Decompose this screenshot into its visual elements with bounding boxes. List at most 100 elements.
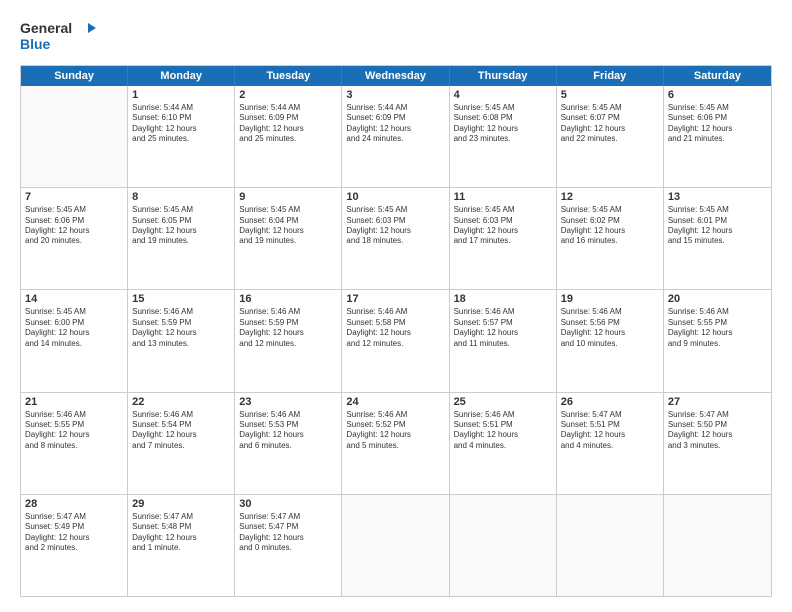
cal-cell: 17 Sunrise: 5:46 AM Sunset: 5:58 PM Dayli… [342, 290, 449, 391]
cal-cell: 29 Sunrise: 5:47 AM Sunset: 5:48 PM Dayli… [128, 495, 235, 596]
cell-content: Sunrise: 5:46 AM Sunset: 5:57 PM Dayligh… [454, 307, 552, 349]
cell-content: Sunrise: 5:47 AM Sunset: 5:48 PM Dayligh… [132, 512, 230, 554]
cell-content: Sunrise: 5:46 AM Sunset: 5:58 PM Dayligh… [346, 307, 444, 349]
day-number: 26 [561, 396, 659, 408]
day-header-tuesday: Tuesday [235, 66, 342, 86]
day-number: 2 [239, 89, 337, 101]
cal-cell: 22Sunrise: 5:46 AM Sunset: 5:54 PM Dayli… [128, 393, 235, 494]
calendar-body: 1 Sunrise: 5:44 AM Sunset: 6:10 PM Daylig… [21, 86, 771, 596]
cell-content: Sunrise: 5:46 AM Sunset: 5:55 PM Dayligh… [668, 307, 767, 349]
cal-cell: 14Sunrise: 5:45 AM Sunset: 6:00 PM Dayli… [21, 290, 128, 391]
cal-cell: 25Sunrise: 5:46 AM Sunset: 5:51 PM Dayli… [450, 393, 557, 494]
cal-cell: 28 Sunrise: 5:47 AM Sunset: 5:49 PM Dayli… [21, 495, 128, 596]
cell-content: Sunrise: 5:46 AM Sunset: 5:53 PM Dayligh… [239, 410, 337, 452]
logo: General Blue [20, 15, 100, 55]
cell-content: Sunrise: 5:46 AM Sunset: 5:59 PM Dayligh… [132, 307, 230, 349]
cell-content: Sunrise: 5:46 AM Sunset: 5:54 PM Dayligh… [132, 410, 230, 452]
day-number: 15 [132, 293, 230, 305]
cell-content: Sunrise: 5:47 AM Sunset: 5:51 PM Dayligh… [561, 410, 659, 452]
cal-cell: 6Sunrise: 5:45 AM Sunset: 6:06 PM Daylig… [664, 86, 771, 187]
day-number: 24 [346, 396, 444, 408]
cell-content: Sunrise: 5:44 AM Sunset: 6:09 PM Dayligh… [346, 103, 444, 145]
week-row-2: 7 Sunrise: 5:45 AM Sunset: 6:06 PM Daylig… [21, 187, 771, 289]
cal-cell: 12 Sunrise: 5:45 AM Sunset: 6:02 PM Dayli… [557, 188, 664, 289]
day-number: 12 [561, 191, 659, 203]
day-header-wednesday: Wednesday [342, 66, 449, 86]
cal-cell: 30 Sunrise: 5:47 AM Sunset: 5:47 PM Dayli… [235, 495, 342, 596]
day-number: 4 [454, 89, 552, 101]
day-number: 6 [668, 89, 767, 101]
cal-cell: 7 Sunrise: 5:45 AM Sunset: 6:06 PM Daylig… [21, 188, 128, 289]
cell-content: Sunrise: 5:45 AM Sunset: 6:06 PM Dayligh… [25, 205, 123, 247]
cal-cell: 8Sunrise: 5:45 AM Sunset: 6:05 PM Daylig… [128, 188, 235, 289]
cal-cell: 19 Sunrise: 5:46 AM Sunset: 5:56 PM Dayli… [557, 290, 664, 391]
cal-cell: 5 Sunrise: 5:45 AM Sunset: 6:07 PM Daylig… [557, 86, 664, 187]
cal-cell: 1 Sunrise: 5:44 AM Sunset: 6:10 PM Daylig… [128, 86, 235, 187]
week-row-1: 1 Sunrise: 5:44 AM Sunset: 6:10 PM Daylig… [21, 86, 771, 187]
svg-text:Blue: Blue [20, 36, 51, 52]
cell-content: Sunrise: 5:45 AM Sunset: 6:02 PM Dayligh… [561, 205, 659, 247]
day-header-friday: Friday [557, 66, 664, 86]
day-number: 13 [668, 191, 767, 203]
logo-svg: General Blue [20, 15, 100, 55]
day-number: 8 [132, 191, 230, 203]
calendar-header: SundayMondayTuesdayWednesdayThursdayFrid… [21, 66, 771, 86]
cell-content: Sunrise: 5:45 AM Sunset: 6:03 PM Dayligh… [346, 205, 444, 247]
cell-content: Sunrise: 5:45 AM Sunset: 6:07 PM Dayligh… [561, 103, 659, 145]
day-number: 29 [132, 498, 230, 510]
cal-cell: 9 Sunrise: 5:45 AM Sunset: 6:04 PM Daylig… [235, 188, 342, 289]
cal-cell: 13Sunrise: 5:45 AM Sunset: 6:01 PM Dayli… [664, 188, 771, 289]
cal-cell: 23 Sunrise: 5:46 AM Sunset: 5:53 PM Dayli… [235, 393, 342, 494]
cell-content: Sunrise: 5:44 AM Sunset: 6:10 PM Dayligh… [132, 103, 230, 145]
cal-cell: 24Sunrise: 5:46 AM Sunset: 5:52 PM Dayli… [342, 393, 449, 494]
cell-content: Sunrise: 5:47 AM Sunset: 5:50 PM Dayligh… [668, 410, 767, 452]
cal-cell: 2 Sunrise: 5:44 AM Sunset: 6:09 PM Daylig… [235, 86, 342, 187]
cal-cell [664, 495, 771, 596]
cell-content: Sunrise: 5:45 AM Sunset: 6:03 PM Dayligh… [454, 205, 552, 247]
cal-cell: 15 Sunrise: 5:46 AM Sunset: 5:59 PM Dayli… [128, 290, 235, 391]
day-number: 3 [346, 89, 444, 101]
cal-cell [557, 495, 664, 596]
day-header-thursday: Thursday [450, 66, 557, 86]
day-number: 23 [239, 396, 337, 408]
week-row-4: 21Sunrise: 5:46 AM Sunset: 5:55 PM Dayli… [21, 392, 771, 494]
cal-cell: 27 Sunrise: 5:47 AM Sunset: 5:50 PM Dayli… [664, 393, 771, 494]
day-number: 11 [454, 191, 552, 203]
cell-content: Sunrise: 5:47 AM Sunset: 5:47 PM Dayligh… [239, 512, 337, 554]
cal-cell: 21Sunrise: 5:46 AM Sunset: 5:55 PM Dayli… [21, 393, 128, 494]
day-number: 10 [346, 191, 444, 203]
cell-content: Sunrise: 5:45 AM Sunset: 6:00 PM Dayligh… [25, 307, 123, 349]
day-number: 21 [25, 396, 123, 408]
cell-content: Sunrise: 5:45 AM Sunset: 6:08 PM Dayligh… [454, 103, 552, 145]
cell-content: Sunrise: 5:47 AM Sunset: 5:49 PM Dayligh… [25, 512, 123, 554]
page: General Blue SundayMondayTuesdayWednesda… [0, 0, 792, 612]
day-header-monday: Monday [128, 66, 235, 86]
cal-cell: 3 Sunrise: 5:44 AM Sunset: 6:09 PM Daylig… [342, 86, 449, 187]
day-number: 7 [25, 191, 123, 203]
cell-content: Sunrise: 5:45 AM Sunset: 6:04 PM Dayligh… [239, 205, 337, 247]
cal-cell [342, 495, 449, 596]
day-number: 17 [346, 293, 444, 305]
week-row-5: 28 Sunrise: 5:47 AM Sunset: 5:49 PM Dayli… [21, 494, 771, 596]
cell-content: Sunrise: 5:46 AM Sunset: 5:56 PM Dayligh… [561, 307, 659, 349]
calendar: SundayMondayTuesdayWednesdayThursdayFrid… [20, 65, 772, 597]
day-number: 19 [561, 293, 659, 305]
cell-content: Sunrise: 5:44 AM Sunset: 6:09 PM Dayligh… [239, 103, 337, 145]
day-number: 16 [239, 293, 337, 305]
cal-cell: 20Sunrise: 5:46 AM Sunset: 5:55 PM Dayli… [664, 290, 771, 391]
day-number: 18 [454, 293, 552, 305]
day-number: 30 [239, 498, 337, 510]
cal-cell: 10 Sunrise: 5:45 AM Sunset: 6:03 PM Dayli… [342, 188, 449, 289]
day-header-sunday: Sunday [21, 66, 128, 86]
day-number: 25 [454, 396, 552, 408]
day-number: 27 [668, 396, 767, 408]
day-number: 9 [239, 191, 337, 203]
cal-cell [21, 86, 128, 187]
cal-cell: 4 Sunrise: 5:45 AM Sunset: 6:08 PM Daylig… [450, 86, 557, 187]
cal-cell: 18 Sunrise: 5:46 AM Sunset: 5:57 PM Dayli… [450, 290, 557, 391]
cell-content: Sunrise: 5:46 AM Sunset: 5:59 PM Dayligh… [239, 307, 337, 349]
day-header-saturday: Saturday [664, 66, 771, 86]
day-number: 5 [561, 89, 659, 101]
day-number: 28 [25, 498, 123, 510]
day-number: 1 [132, 89, 230, 101]
